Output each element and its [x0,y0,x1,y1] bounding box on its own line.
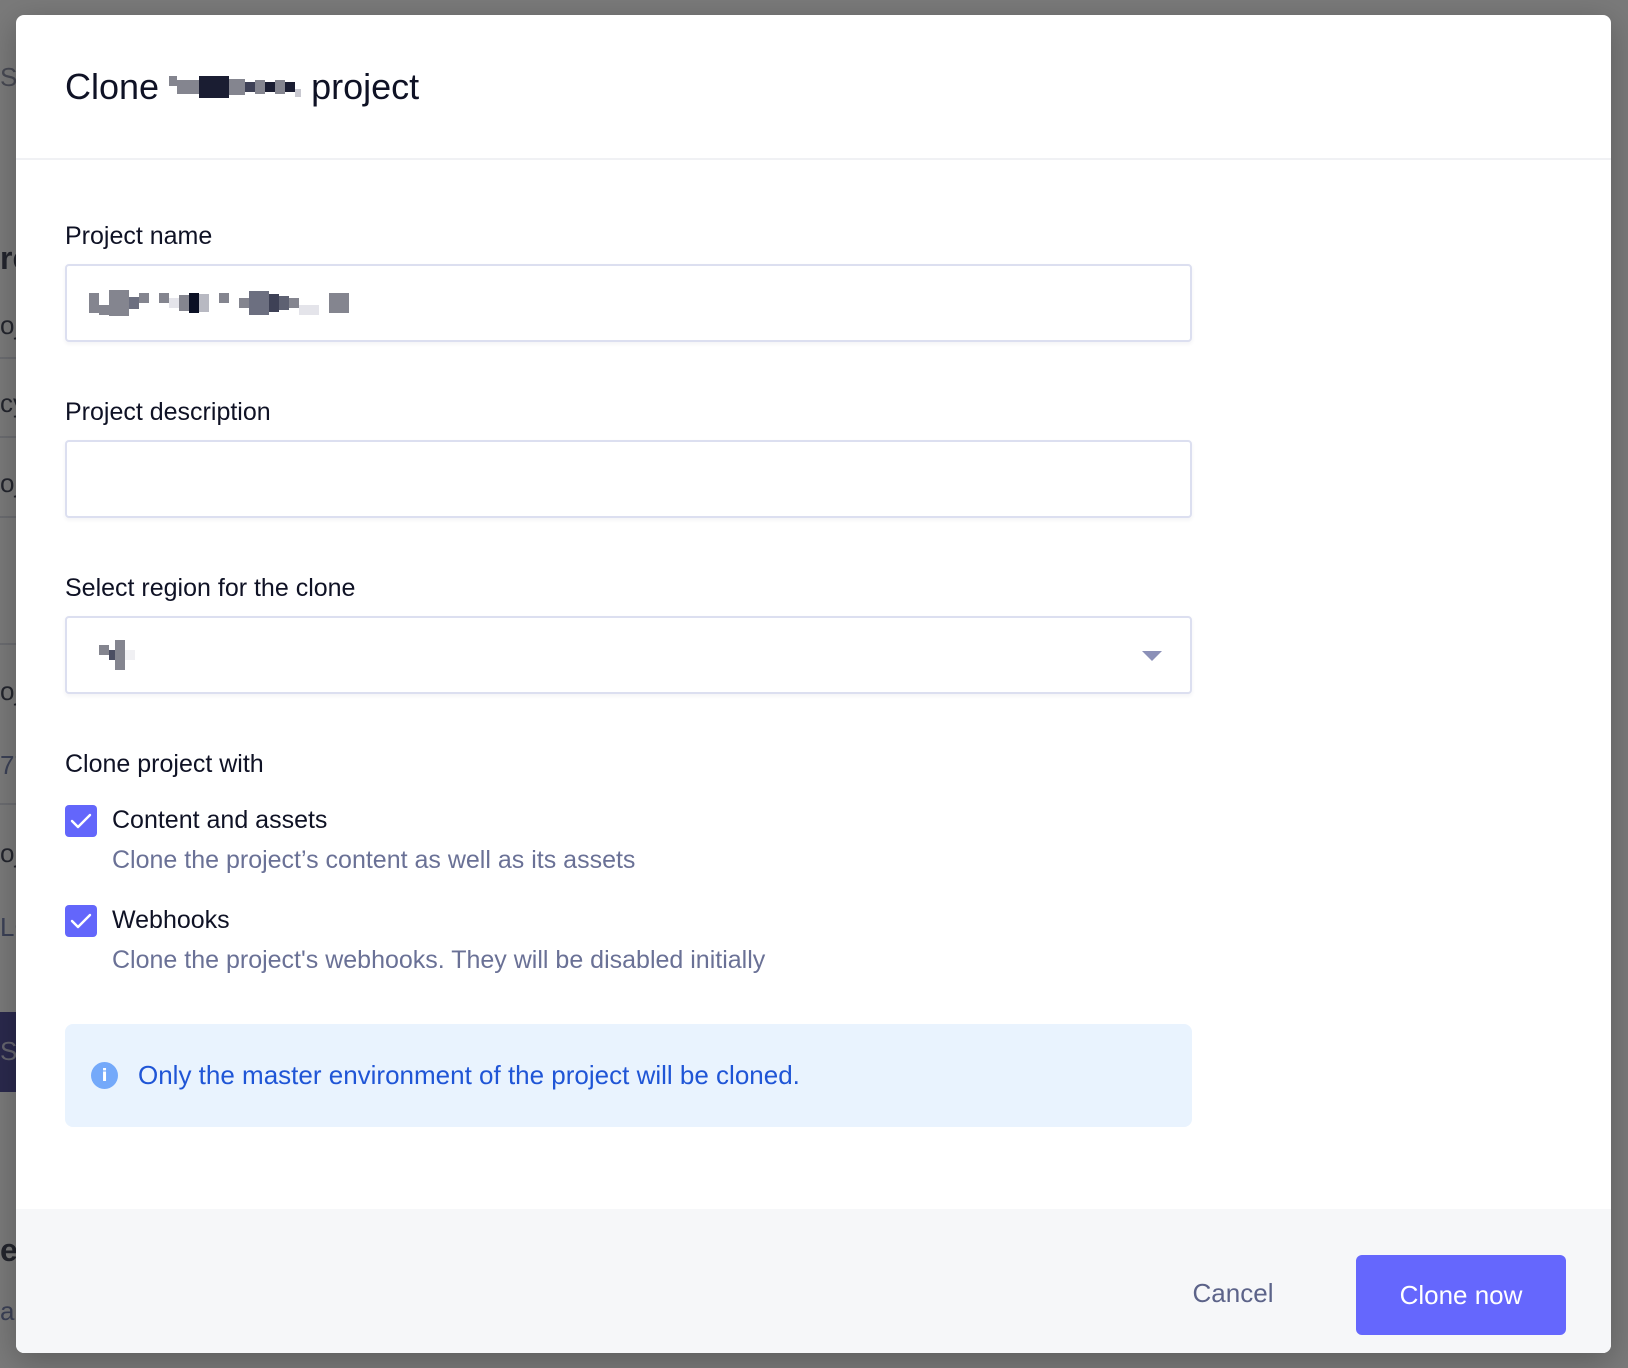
region-select[interactable] [65,616,1192,694]
webhooks-title[interactable]: Webhooks [112,906,230,935]
modal-footer: Cancel Clone now [16,1209,1611,1353]
check-icon [70,913,92,929]
title-prefix: Clone [65,65,160,107]
region-label: Select region for the clone [65,574,356,602]
project-name-input[interactable] [65,264,1192,342]
clone-project-modal: Clone project Project name Project descr… [16,15,1611,1353]
webhooks-checkbox[interactable] [65,905,97,937]
redacted-project-name [169,72,302,102]
check-icon [70,813,92,829]
webhooks-description: Clone the project's webhooks. They will … [112,946,766,974]
project-description-label: Project description [65,398,271,426]
title-suffix: project [311,65,420,107]
content-assets-title[interactable]: Content and assets [112,806,327,835]
content-assets-description: Clone the project’s content as well as i… [112,846,636,874]
clone-now-button[interactable]: Clone now [1356,1255,1566,1335]
content-assets-checkbox[interactable] [65,805,97,837]
project-description-input[interactable] [65,440,1192,518]
cancel-button[interactable]: Cancel [1162,1253,1304,1333]
chevron-down-icon [1142,651,1162,661]
info-icon: i [91,1062,118,1089]
clone-with-label: Clone project with [65,750,264,778]
info-notice: i Only the master environment of the pro… [65,1024,1192,1127]
modal-title: Clone project [65,66,419,108]
modal-header: Clone project [16,15,1611,160]
info-text: Only the master environment of the proje… [138,1060,800,1090]
redacted-region-value [99,640,135,670]
project-name-label: Project name [65,222,213,250]
redacted-project-name-value [89,288,349,318]
